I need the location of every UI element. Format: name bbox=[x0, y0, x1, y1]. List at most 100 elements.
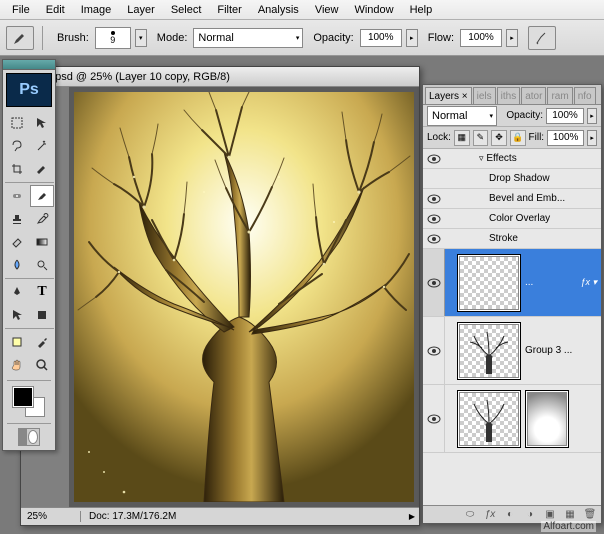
lock-transparency-icon[interactable]: ▦ bbox=[454, 130, 470, 146]
toolbox-grip[interactable] bbox=[3, 60, 55, 70]
menu-image[interactable]: Image bbox=[73, 2, 120, 18]
brush-dropdown-icon[interactable]: ▾ bbox=[135, 29, 147, 47]
slice-tool[interactable] bbox=[30, 158, 54, 180]
new-layer-icon[interactable]: ▦ bbox=[563, 508, 577, 522]
fx-drop-shadow[interactable]: Drop Shadow bbox=[423, 169, 601, 189]
fill-field[interactable]: 100% bbox=[547, 130, 584, 146]
opacity-field[interactable]: 100% bbox=[360, 29, 402, 47]
menu-select[interactable]: Select bbox=[163, 2, 210, 18]
blend-mode-select[interactable]: Normal▾ bbox=[193, 28, 303, 48]
menu-edit[interactable]: Edit bbox=[38, 2, 73, 18]
fill-arrow[interactable]: ▸ bbox=[587, 130, 597, 146]
lock-position-icon[interactable]: ✥ bbox=[491, 130, 507, 146]
mode-label: Mode: bbox=[157, 32, 188, 44]
airbrush-icon[interactable] bbox=[528, 26, 556, 50]
brush-preset-picker[interactable]: 9 bbox=[95, 27, 131, 49]
eyedropper-tool[interactable] bbox=[30, 331, 54, 353]
tab-layers[interactable]: Layers × bbox=[425, 87, 472, 105]
layer-opacity-arrow[interactable]: ▸ bbox=[587, 108, 597, 124]
menu-analysis[interactable]: Analysis bbox=[250, 2, 307, 18]
menu-help[interactable]: Help bbox=[402, 2, 441, 18]
layer-opacity-field[interactable]: 100% bbox=[546, 108, 584, 124]
lock-pixels-icon[interactable]: ✎ bbox=[473, 130, 489, 146]
dodge-tool[interactable] bbox=[30, 254, 54, 276]
tab-navigator[interactable]: ator bbox=[521, 87, 546, 105]
notes-tool[interactable] bbox=[5, 331, 29, 353]
layer-item[interactable] bbox=[423, 385, 601, 453]
workspace: _tree.psd @ 25% (Layer 10 copy, RGB/8) bbox=[0, 56, 604, 534]
shape-tool[interactable] bbox=[30, 304, 54, 326]
lasso-tool[interactable] bbox=[5, 135, 29, 157]
fx-bevel[interactable]: Bevel and Emb... bbox=[423, 189, 601, 209]
fill-label: Fill: bbox=[529, 132, 545, 143]
eye-icon[interactable] bbox=[427, 346, 441, 356]
layer-thumbnail[interactable] bbox=[459, 324, 519, 378]
zoom-field[interactable]: 25% bbox=[21, 511, 81, 522]
link-layers-icon[interactable]: ⬭ bbox=[463, 508, 477, 522]
layer-mask-icon[interactable]: ◐ bbox=[503, 508, 517, 522]
layer-selected[interactable]: ... ƒx ▾ bbox=[423, 249, 601, 317]
crop-tool[interactable] bbox=[5, 158, 29, 180]
new-group-icon[interactable]: ▣ bbox=[543, 508, 557, 522]
flow-field[interactable]: 100% bbox=[460, 29, 502, 47]
tab-channels[interactable]: iels bbox=[473, 87, 496, 105]
fx-badge[interactable]: ƒx ▾ bbox=[580, 277, 597, 288]
stamp-tool[interactable] bbox=[5, 208, 29, 230]
menu-view[interactable]: View bbox=[307, 2, 347, 18]
tab-histogram[interactable]: ram bbox=[547, 87, 572, 105]
fx-stroke[interactable]: Stroke bbox=[423, 229, 601, 249]
eye-icon[interactable] bbox=[427, 154, 441, 164]
brush-tool[interactable] bbox=[30, 185, 54, 207]
layer-fx-icon[interactable]: ƒx bbox=[483, 508, 497, 522]
canvas-area[interactable] bbox=[69, 87, 419, 507]
document-status-bar: 25% Doc: 17.3M/176.2M ▶ bbox=[21, 507, 419, 525]
pen-tool[interactable] bbox=[5, 281, 29, 303]
menu-file[interactable]: File bbox=[4, 2, 38, 18]
layer-thumbnail[interactable] bbox=[459, 256, 519, 310]
fx-color-overlay[interactable]: Color Overlay bbox=[423, 209, 601, 229]
eye-icon[interactable] bbox=[427, 214, 441, 224]
type-tool[interactable]: T bbox=[30, 281, 54, 303]
delete-layer-icon[interactable]: 🗑 bbox=[583, 508, 597, 522]
canvas[interactable] bbox=[74, 92, 414, 502]
heal-tool[interactable] bbox=[5, 185, 29, 207]
eye-icon[interactable] bbox=[427, 234, 441, 244]
layer-opacity-label: Opacity: bbox=[506, 110, 543, 121]
brush-tool-icon[interactable] bbox=[6, 26, 34, 50]
foreground-color-swatch[interactable] bbox=[13, 387, 33, 407]
marquee-tool[interactable] bbox=[5, 112, 29, 134]
wand-tool[interactable] bbox=[30, 135, 54, 157]
effects-row[interactable]: ▿ Effects bbox=[423, 149, 601, 169]
options-bar: Brush: 9 ▾ Mode: Normal▾ Opacity: 100% ▸… bbox=[0, 20, 604, 56]
eraser-tool[interactable] bbox=[5, 231, 29, 253]
zoom-tool[interactable] bbox=[30, 354, 54, 376]
path-select-tool[interactable] bbox=[5, 304, 29, 326]
menu-window[interactable]: Window bbox=[346, 2, 401, 18]
blur-tool[interactable] bbox=[5, 254, 29, 276]
history-brush-tool[interactable] bbox=[30, 208, 54, 230]
opacity-arrow-icon[interactable]: ▸ bbox=[406, 29, 418, 47]
color-swatches[interactable] bbox=[13, 387, 45, 417]
eye-icon[interactable] bbox=[427, 278, 441, 288]
layers-list[interactable]: ▿ Effects Drop Shadow Bevel and Emb... C… bbox=[423, 149, 601, 505]
lock-all-icon[interactable]: 🔒 bbox=[510, 130, 526, 146]
hand-tool[interactable] bbox=[5, 354, 29, 376]
eye-icon[interactable] bbox=[427, 194, 441, 204]
move-tool[interactable] bbox=[30, 112, 54, 134]
gradient-tool[interactable] bbox=[30, 231, 54, 253]
document-title-bar[interactable]: _tree.psd @ 25% (Layer 10 copy, RGB/8) bbox=[21, 67, 419, 87]
quick-mask-icon[interactable] bbox=[18, 428, 40, 446]
status-arrow-icon[interactable]: ▶ bbox=[405, 512, 419, 521]
tab-info[interactable]: nfo bbox=[574, 87, 596, 105]
eye-icon[interactable] bbox=[427, 414, 441, 424]
layer-blend-mode[interactable]: Normal▾ bbox=[427, 106, 497, 126]
menu-layer[interactable]: Layer bbox=[119, 2, 163, 18]
flow-arrow-icon[interactable]: ▸ bbox=[506, 29, 518, 47]
adjustment-layer-icon[interactable]: ◑ bbox=[523, 508, 537, 522]
layer-thumbnail[interactable] bbox=[459, 392, 519, 446]
tab-paths[interactable]: iths bbox=[497, 87, 521, 105]
menu-filter[interactable]: Filter bbox=[209, 2, 249, 18]
layer-mask-thumbnail[interactable] bbox=[527, 392, 567, 446]
layer-group[interactable]: Group 3 ... bbox=[423, 317, 601, 385]
flow-label: Flow: bbox=[428, 32, 454, 44]
